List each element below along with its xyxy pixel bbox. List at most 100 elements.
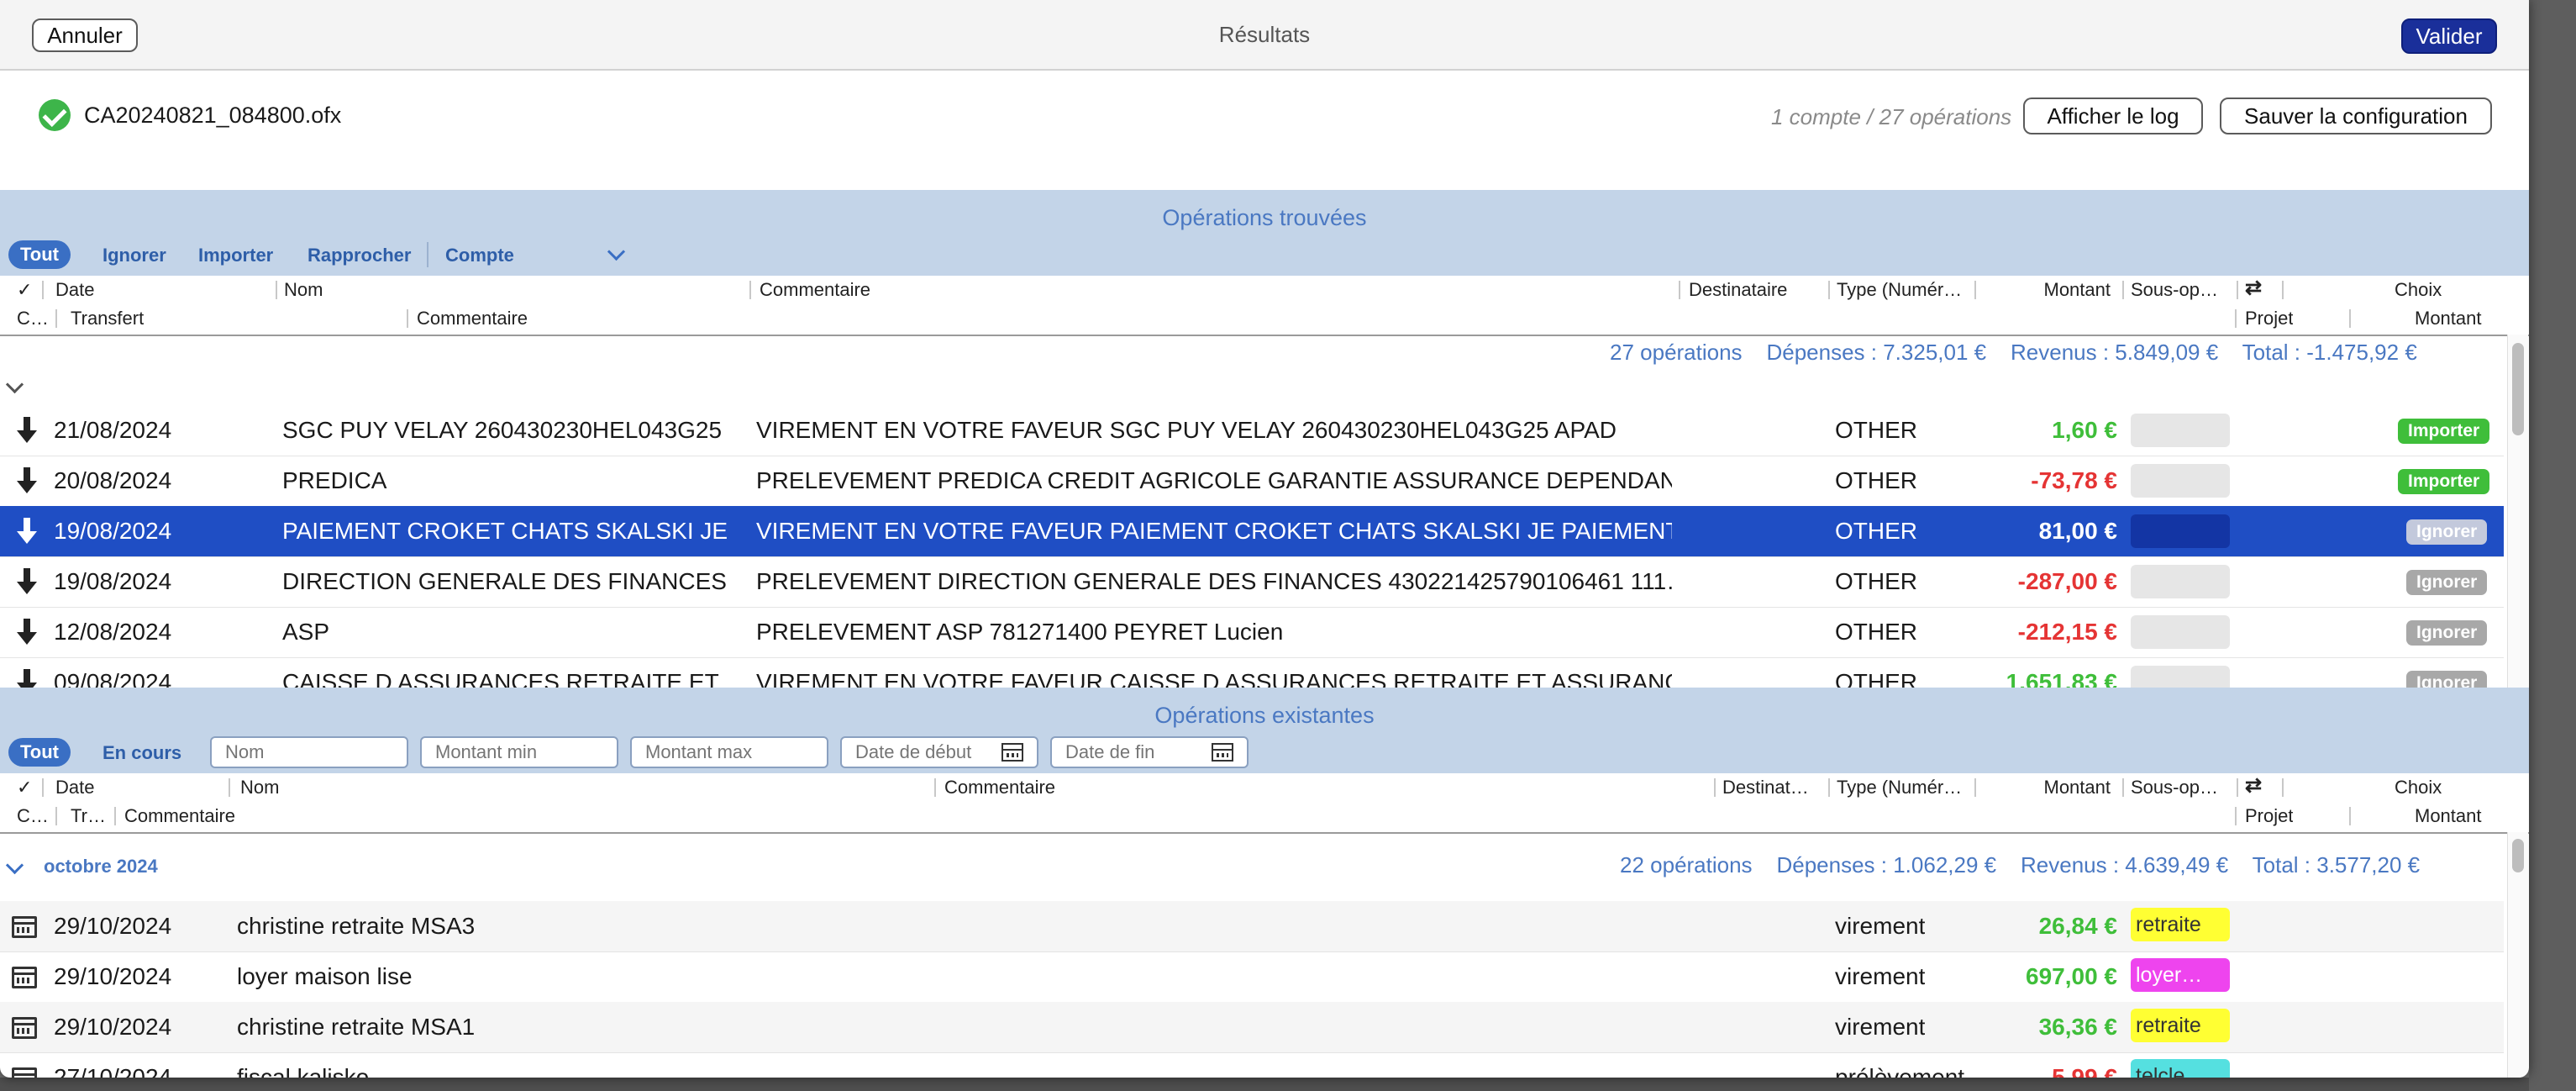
found-scroll-thumb[interactable] xyxy=(2512,343,2524,435)
column-c[interactable]: C… xyxy=(17,805,49,827)
scheduled-calendar-icon xyxy=(12,1067,37,1078)
month-group-label[interactable]: octobre 2024 xyxy=(44,856,158,878)
table-row[interactable]: 12/08/2024 ASP PRELEVEMENT ASP 781271400… xyxy=(0,607,2504,658)
existing-totals: 22 opérations Dépenses : 1.062,29 € Reve… xyxy=(1620,852,2420,878)
column-date[interactable]: Date xyxy=(55,777,94,798)
column-name[interactable]: Nom xyxy=(284,279,323,301)
row-amount: 1,60 € xyxy=(2052,417,2117,443)
table-row[interactable]: 27/10/2024 fiscal kalisko prélèvement -5… xyxy=(0,1052,2504,1078)
found-total: Total : -1.475,92 € xyxy=(2242,340,2417,365)
column-separator xyxy=(749,281,751,299)
column-project[interactable]: Projet xyxy=(2245,805,2293,827)
column-separator xyxy=(55,309,57,328)
existing-filter-pending[interactable]: En cours xyxy=(91,738,193,768)
group-chevron-icon[interactable] xyxy=(5,856,24,875)
ignore-badge[interactable]: Ignorer xyxy=(2406,620,2488,646)
name-filter-input[interactable] xyxy=(210,736,408,768)
save-config-button[interactable]: Sauver la configuration xyxy=(2220,98,2492,134)
found-rows: 21/08/2024 SGC PUY VELAY 260430230HEL043… xyxy=(0,405,2504,688)
column-separator xyxy=(2282,281,2284,299)
chevron-down-icon[interactable] xyxy=(607,242,626,261)
existing-rows: 29/10/2024 christine retraite MSA3 virem… xyxy=(0,901,2504,1078)
existing-filter-all[interactable]: Tout xyxy=(8,738,71,767)
calendar-icon[interactable] xyxy=(1001,743,1023,762)
validate-button[interactable]: Valider xyxy=(2401,18,2497,54)
swap-arrows-icon[interactable]: ⇄ xyxy=(2245,276,2262,300)
table-row[interactable]: 21/08/2024 SGC PUY VELAY 260430230HEL043… xyxy=(0,405,2504,456)
row-comment: VIREMENT EN VOTRE FAVEUR PAIEMENT CROKET… xyxy=(756,518,1672,544)
row-type: OTHER xyxy=(1835,669,1917,688)
swap-arrows-icon[interactable]: ⇄ xyxy=(2245,773,2262,798)
row-amount: 81,00 € xyxy=(2038,518,2117,544)
column-transfer[interactable]: Transfert xyxy=(71,308,144,329)
column-comment-2[interactable]: Commentaire xyxy=(124,805,235,827)
found-filter-all[interactable]: Tout xyxy=(8,240,71,269)
column-amount[interactable]: Montant xyxy=(1983,279,2111,301)
found-scrollbar[interactable] xyxy=(2507,335,2528,688)
import-badge[interactable]: Importer xyxy=(2398,469,2490,494)
ignore-badge[interactable]: Ignorer xyxy=(2406,519,2488,545)
dialog-title: Résultats xyxy=(1218,22,1311,47)
column-subop[interactable]: Sous-op… xyxy=(2131,279,2218,301)
account-selector[interactable]: Compte xyxy=(434,240,526,271)
download-arrow-icon xyxy=(17,467,37,494)
column-choice[interactable]: Choix xyxy=(2395,279,2442,301)
category-tag: retraite xyxy=(2131,1009,2230,1042)
table-row[interactable]: 29/10/2024 loyer maison lise virement 69… xyxy=(0,951,2504,1003)
amount-min-input[interactable] xyxy=(420,736,618,768)
column-comment[interactable]: Commentaire xyxy=(944,777,1055,798)
column-amount[interactable]: Montant xyxy=(1983,777,2111,798)
found-filter-import[interactable]: Importer xyxy=(187,240,285,271)
import-badge[interactable]: Importer xyxy=(2398,419,2490,444)
existing-total: Total : 3.577,20 € xyxy=(2252,852,2421,878)
column-separator xyxy=(114,807,116,825)
row-subop xyxy=(2131,514,2230,548)
table-row-selected[interactable]: 19/08/2024 PAIEMENT CROKET CHATS SKALSKI… xyxy=(0,506,2504,557)
show-log-button[interactable]: Afficher le log xyxy=(2023,98,2203,134)
existing-table-header: ✓ Date Nom Commentaire Destinat… Type (N… xyxy=(0,773,2529,834)
column-amount-2[interactable]: Montant xyxy=(2415,308,2482,329)
column-subop[interactable]: Sous-op… xyxy=(2131,777,2218,798)
row-subop xyxy=(2131,565,2230,598)
found-filter-ignore[interactable]: Ignorer xyxy=(91,240,178,271)
row-date: 09/08/2024 xyxy=(54,669,172,688)
existing-scrollbar[interactable] xyxy=(2507,832,2528,1078)
column-comment-2[interactable]: Commentaire xyxy=(417,308,528,329)
row-name: PAIEMENT CROKET CHATS SKALSKI JE xyxy=(282,518,728,544)
table-row[interactable]: 29/10/2024 christine retraite MSA1 virem… xyxy=(0,1002,2504,1053)
column-type[interactable]: Type (Numér… xyxy=(1837,777,1971,798)
column-choice[interactable]: Choix xyxy=(2395,777,2442,798)
table-row[interactable]: 29/10/2024 christine retraite MSA3 virem… xyxy=(0,901,2504,952)
column-recipient[interactable]: Destinat… xyxy=(1722,777,1825,798)
column-comment[interactable]: Commentaire xyxy=(760,279,870,301)
row-amount: -287,00 € xyxy=(2017,568,2117,594)
row-date: 12/08/2024 xyxy=(54,619,172,645)
table-row[interactable]: 20/08/2024 PREDICA PRELEVEMENT PREDICA C… xyxy=(0,456,2504,507)
column-amount-2[interactable]: Montant xyxy=(2415,805,2482,827)
row-amount: -212,15 € xyxy=(2017,619,2117,645)
column-check[interactable]: ✓ xyxy=(17,279,32,301)
amount-max-input[interactable] xyxy=(630,736,828,768)
table-row[interactable]: 09/08/2024 CAISSE D ASSURANCES RETRAITE … xyxy=(0,657,2504,688)
column-recipient[interactable]: Destinataire xyxy=(1689,279,1787,301)
column-date[interactable]: Date xyxy=(55,279,94,301)
row-amount: -73,78 € xyxy=(2031,467,2117,493)
column-separator xyxy=(2235,807,2237,825)
calendar-icon[interactable] xyxy=(1212,743,1233,762)
collapse-chevron-icon[interactable] xyxy=(5,375,24,394)
ignore-badge[interactable]: Ignorer xyxy=(2406,570,2488,595)
column-check[interactable]: ✓ xyxy=(17,777,32,798)
column-transfer[interactable]: Tr… xyxy=(71,805,106,827)
row-date: 29/10/2024 xyxy=(54,1014,172,1040)
existing-scroll-thumb[interactable] xyxy=(2512,839,2524,872)
column-separator xyxy=(1679,281,1680,299)
column-name[interactable]: Nom xyxy=(240,777,279,798)
column-separator xyxy=(276,281,277,299)
found-filter-reconcile[interactable]: Rapprocher xyxy=(296,240,423,271)
column-c[interactable]: C… xyxy=(17,308,49,329)
column-type[interactable]: Type (Numér… xyxy=(1837,279,1971,301)
column-project[interactable]: Projet xyxy=(2245,308,2293,329)
ignore-badge[interactable]: Ignorer xyxy=(2406,671,2488,688)
table-row[interactable]: 19/08/2024 DIRECTION GENERALE DES FINANC… xyxy=(0,556,2504,608)
download-arrow-icon xyxy=(17,518,37,545)
